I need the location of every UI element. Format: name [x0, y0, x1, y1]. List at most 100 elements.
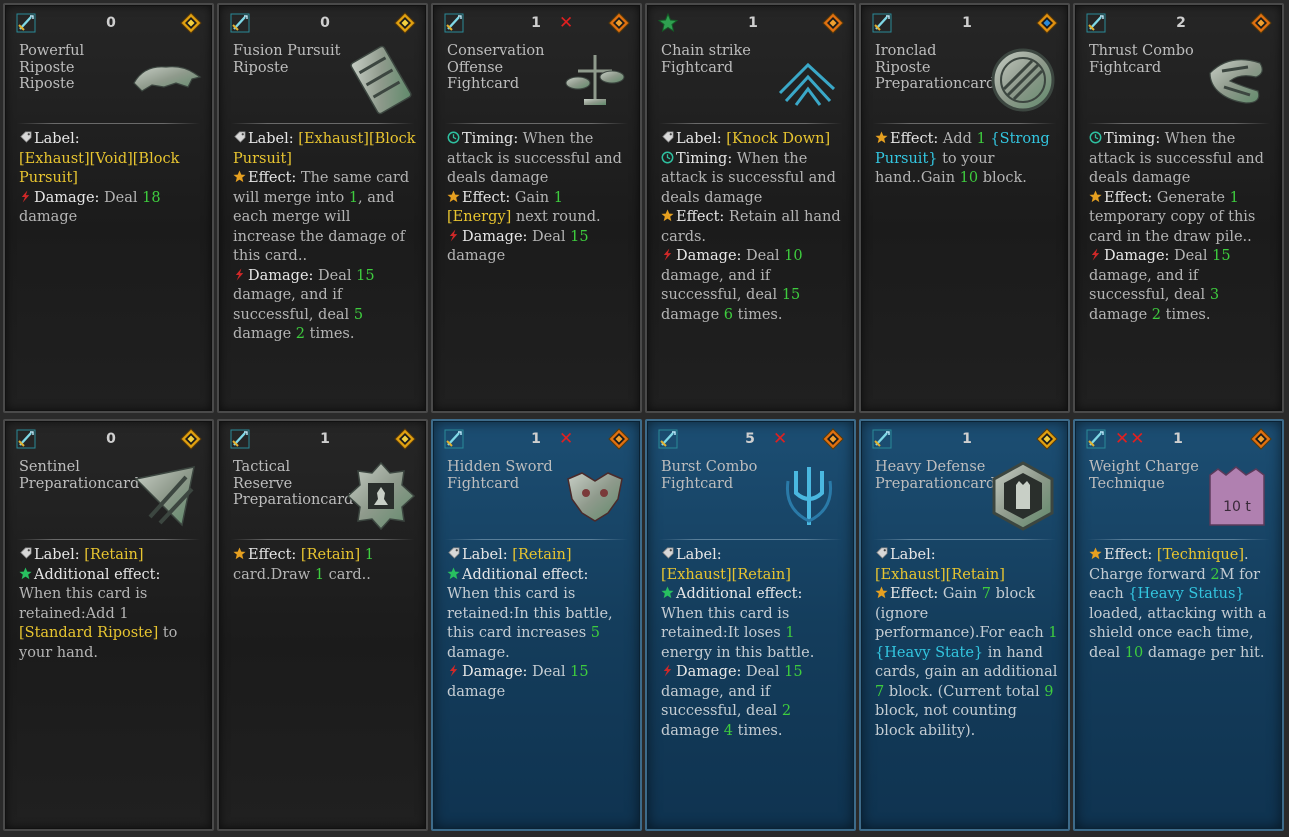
description-text: When this card is retained:It loses [661, 605, 790, 642]
field-label: Timing: [1104, 131, 1161, 147]
numeric-value: 6 [723, 306, 734, 323]
sword-icon [444, 429, 464, 449]
numeric-value: 1 [314, 566, 325, 583]
keyword-tag: [Exhaust][Retain] [875, 566, 1005, 583]
divider [873, 539, 1056, 540]
field-label: Label: [462, 547, 508, 563]
keyword-tag: [Knock Down] [721, 131, 831, 147]
energy-cost: 1 [531, 15, 541, 31]
tag-icon [875, 547, 890, 563]
damage-icon [447, 664, 462, 680]
card-fusion-pursuit[interactable]: 0 Fusion Pursuit Riposte Label: [Exhaust][… [217, 3, 428, 413]
sword-icon [444, 13, 464, 33]
numeric-value: 2 [295, 326, 306, 342]
rarity-diamond-icon [180, 12, 202, 34]
star-icon [1089, 547, 1104, 563]
description-text: temporary copy of this card in the draw … [1089, 209, 1256, 245]
description-text: damage [661, 306, 724, 323]
numeric-value: 1 [1229, 189, 1239, 206]
numeric-value: 15 [570, 664, 589, 680]
card-title: Tactical Reserve Preparationcard [233, 459, 353, 509]
numeric-value: 2 [781, 703, 792, 719]
field-label: Damage: [462, 228, 528, 245]
description-text: damage [19, 209, 78, 225]
description-text: times. [733, 722, 783, 739]
card-powerful[interactable]: 0 Powerful Riposte Riposte Label: [Exhaust][… [3, 3, 214, 413]
card-description: Effect: [Technique]. Charge forward 2M f… [1089, 546, 1272, 663]
description-text: damage, and if successful, deal [661, 683, 782, 720]
card-title: Conservation Offense Fightcard [447, 43, 567, 93]
card-title-line: Preparationcard [875, 475, 996, 492]
rarity-diamond-icon [1036, 428, 1058, 450]
rarity-diamond-icon [1036, 12, 1058, 34]
card-title-line: Preparationcard [875, 76, 996, 92]
star-emblem-icon [657, 12, 679, 33]
field-label: Label: [890, 547, 936, 563]
star-icon [447, 189, 462, 206]
card-title-line: Fusion Pursuit [233, 43, 341, 59]
star-icon [875, 586, 890, 602]
field-label: Effect: [1104, 547, 1153, 563]
card-heavy-defense[interactable]: 1 Heavy Defense Preparationcard Label: [Exh… [859, 419, 1070, 831]
card-title-line: Riposte [875, 59, 931, 76]
unusable-cross-icon: ✕ [559, 429, 575, 449]
card-header: 1 [219, 421, 426, 451]
keyword-tag: [Retain] [296, 547, 361, 563]
claw-art [1200, 43, 1274, 117]
sword-icon [16, 429, 36, 449]
divider [445, 539, 628, 540]
card-title: Sentinel Preparationcard [19, 459, 139, 492]
field-label: Effect: [248, 547, 297, 563]
description-text: Deal [741, 248, 785, 264]
energy-cost: 5 [745, 431, 755, 447]
keyword-tag: [Retain] [79, 547, 144, 563]
card-description: Label: [Exhaust][Retain] Additional effect… [661, 546, 844, 741]
description-text: Deal [1169, 248, 1213, 264]
keyword-tag: [Energy] [447, 209, 512, 225]
unusable-cross-icon: ✕✕ [1115, 429, 1146, 449]
rarity-diamond-icon [608, 12, 630, 34]
card-title: Ironclad Riposte Preparationcard [875, 43, 995, 93]
numeric-value: 5 [353, 306, 364, 323]
card-description: Timing: When the attack is successful an… [447, 130, 630, 267]
description-text: When this card is retained:Add 1 [19, 586, 148, 622]
card-hidden-sword[interactable]: ✕ 1 Hidden Sword Fightcard Label: [Retain] A… [431, 419, 642, 831]
rarity-diamond-icon [1250, 428, 1272, 450]
card-header: 1 [861, 5, 1068, 35]
status-keyword: {Heavy State} [875, 644, 984, 661]
chain-art [772, 43, 846, 117]
card-conservation[interactable]: ✕ 1 Conservation Offense Fightcard Timing: W… [431, 3, 642, 413]
card-tactical-reserve[interactable]: 1 Tactical Reserve Preparationcard Effect:… [217, 419, 428, 831]
card-ironclad[interactable]: 1 Ironclad Riposte Preparationcard Effect: … [859, 3, 1070, 413]
description-text: Gain [938, 586, 982, 602]
card-sentinel[interactable]: 0 Sentinel Preparationcard Label: [Retain]… [3, 419, 214, 831]
clock-icon [447, 131, 462, 147]
green-star-icon [447, 566, 462, 583]
keyword-tag: [Standard Riposte] [19, 625, 159, 641]
card-chain-strike[interactable]: 1 Chain strike Fightcard Label: [Knock Dow… [645, 3, 856, 413]
description-text: damage, and if successful, deal [1089, 267, 1210, 304]
numeric-value: 18 [142, 189, 161, 206]
clock-icon [1089, 131, 1104, 147]
divider [231, 123, 414, 124]
card-thrust-combo[interactable]: 2 Thrust Combo Fightcard Timing: When the … [1073, 3, 1284, 413]
keyword-tag: [Exhaust][Retain] [661, 566, 791, 583]
rarity-diamond-icon [394, 428, 416, 450]
field-label: Damage: [462, 664, 528, 680]
status-keyword: {Heavy Status} [1128, 586, 1245, 602]
divider [1087, 123, 1270, 124]
tower-art [986, 459, 1060, 533]
green-star-icon [19, 566, 34, 583]
trident-art [772, 459, 846, 533]
energy-cost: 0 [320, 15, 330, 31]
rarity-diamond-icon [822, 428, 844, 450]
description-text: next round. [511, 209, 601, 225]
card-burst-combo[interactable]: ✕ 5 Burst Combo Fightcard Label: [Exhaust][R… [645, 419, 856, 831]
card-description: Label: [Retain] Additional effect: When th… [19, 546, 202, 663]
description-text: Deal [741, 664, 785, 680]
damage-icon [233, 267, 248, 284]
card-title-line: Preparationcard [233, 492, 354, 508]
description-text: times. [305, 326, 355, 342]
card-weight-charge[interactable]: ✕✕ 1 Weight Charge Technique 10 t Effect: [T… [1073, 419, 1284, 831]
divider [445, 123, 628, 124]
